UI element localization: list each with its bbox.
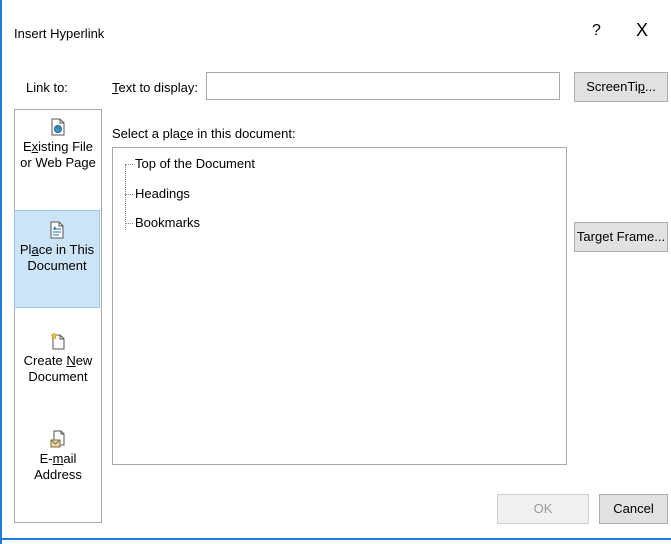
select-place-label: Select a place in this document:: [112, 126, 296, 141]
insert-hyperlink-dialog: Insert Hyperlink ? X Link to: Existing F…: [0, 0, 671, 544]
link-to-email-address[interactable]: E-mail Address: [15, 430, 101, 483]
link-to-place-in-document[interactable]: Place in This Document: [14, 210, 100, 308]
close-button[interactable]: X: [636, 20, 648, 41]
link-to-label: Link to:: [26, 80, 68, 95]
window-border: [0, 0, 2, 544]
document-places-tree[interactable]: Top of the Document Headings Bookmarks: [112, 147, 567, 465]
window-border-bottom: [0, 538, 671, 540]
dialog-title: Insert Hyperlink: [14, 26, 105, 41]
new-document-icon: [50, 332, 65, 350]
web-page-icon: [51, 118, 65, 136]
nav-label: Existing File or Web Page: [20, 139, 96, 170]
tree-item-headings[interactable]: Headings: [125, 186, 190, 201]
tree-item-bookmarks[interactable]: Bookmarks: [125, 215, 200, 230]
link-to-panel: Existing File or Web Page Place in This Do…: [14, 109, 102, 523]
cancel-button[interactable]: Cancel: [599, 494, 668, 524]
nav-label: E-mail Address: [34, 451, 82, 482]
nav-label: Place in This Document: [19, 242, 95, 273]
link-to-existing-file[interactable]: Existing File or Web Page: [15, 118, 101, 171]
link-to-create-new-document[interactable]: Create New Document: [15, 332, 101, 385]
screentip-button[interactable]: ScreenTip...: [574, 72, 668, 102]
help-button[interactable]: ?: [592, 22, 601, 40]
ok-button[interactable]: OK: [497, 494, 589, 524]
tree-item-top-of-document[interactable]: Top of the Document: [125, 156, 255, 171]
nav-label: Create New Document: [23, 353, 93, 384]
target-frame-button[interactable]: Target Frame...: [574, 222, 668, 252]
email-icon: [50, 430, 65, 448]
text-to-display-input[interactable]: [206, 72, 560, 100]
place-in-document-icon: [50, 221, 64, 239]
text-to-display-label: Text to display:: [112, 80, 198, 95]
